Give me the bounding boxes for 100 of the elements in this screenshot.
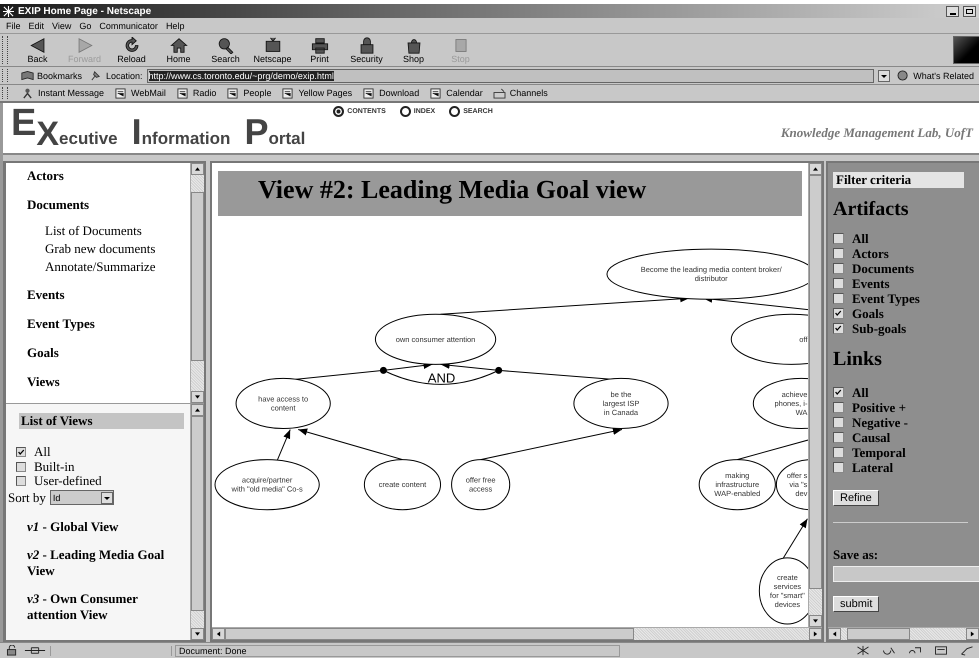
toolbar-grip[interactable] [2, 87, 8, 99]
checkbox[interactable] [833, 293, 844, 304]
submit-button[interactable]: submit [833, 596, 880, 612]
checkbox-label: Sub-goals [852, 320, 906, 336]
menu-item[interactable]: Edit [28, 20, 44, 30]
view-link[interactable]: v3 - Own Consumer attention View [27, 590, 182, 622]
checkbox-label: User-defined [34, 473, 102, 490]
checkbox[interactable] [16, 447, 26, 458]
horizontal-scrollbar[interactable] [212, 627, 822, 640]
toolbar-button[interactable]: Netscape [249, 36, 296, 64]
vertical-scrollbar[interactable] [190, 404, 204, 640]
bookmark-button[interactable]: People [223, 88, 274, 98]
menu-item[interactable]: Help [166, 20, 184, 30]
bookmark-button[interactable]: Download [359, 88, 422, 98]
sort-select[interactable]: Id [50, 490, 114, 505]
component-icon[interactable] [881, 645, 897, 656]
checkbox-label: Actors [852, 246, 889, 262]
checkbox-label: Negative - [852, 414, 908, 430]
nav-link[interactable]: Documents [27, 196, 190, 225]
nav-sublink[interactable]: Grab new documents [45, 240, 190, 258]
component-icon[interactable] [933, 645, 949, 656]
view-link[interactable]: v1 - Global View [27, 518, 182, 534]
bookmark-button[interactable]: Channels [490, 88, 551, 98]
component-icon[interactable] [959, 645, 975, 656]
toolbar-grip[interactable] [2, 36, 8, 64]
bookmark-button[interactable]: Calendar [426, 88, 486, 98]
vertical-scrollbar[interactable] [808, 163, 822, 627]
maximize-button[interactable] [963, 6, 976, 16]
component-icon[interactable] [907, 645, 923, 656]
checkbox[interactable] [833, 402, 844, 413]
save-name-field[interactable] [833, 566, 979, 582]
checkbox-label: Temporal [852, 444, 906, 460]
view-link[interactable]: v2 - Leading Media Goal View [27, 546, 182, 578]
checkbox[interactable] [833, 432, 844, 443]
printer-icon [310, 36, 330, 54]
toolbar-button[interactable]: Back [14, 36, 61, 64]
and-connector: AND [380, 366, 502, 386]
radio-button[interactable] [333, 106, 344, 117]
checkbox[interactable] [833, 308, 844, 319]
scrollbar-thumb[interactable] [809, 175, 822, 589]
toolbar-button[interactable]: Search [202, 36, 249, 64]
checkbox[interactable] [833, 447, 844, 458]
bookmarks-button[interactable]: Bookmarks [18, 70, 86, 81]
scrollbar-thumb[interactable] [847, 628, 910, 640]
toolbar-button[interactable]: Security [343, 36, 390, 64]
url-field[interactable]: http://www.cs.toronto.edu/~prg/demo/exip.html [146, 68, 874, 82]
bookmark-button[interactable]: Radio [172, 88, 220, 98]
bookmark-page-icon [281, 88, 294, 98]
tray-icon [492, 88, 506, 98]
checkbox[interactable] [833, 263, 844, 274]
checkbox[interactable] [833, 387, 844, 398]
menu-item[interactable]: Go [79, 20, 92, 30]
checkbox[interactable] [833, 462, 844, 473]
scrollbar-thumb[interactable] [225, 628, 634, 640]
minimize-button[interactable] [946, 6, 959, 16]
toolbar-button[interactable]: Shop [390, 36, 437, 64]
checkbox[interactable] [833, 248, 844, 259]
panel-header: Filter criteria [833, 172, 964, 188]
toolbar-button[interactable]: Reload [108, 36, 155, 64]
bookmark-button[interactable]: WebMail [111, 88, 169, 98]
radio-button[interactable] [400, 106, 411, 117]
nav-link[interactable]: Events [27, 286, 190, 315]
checkbox[interactable] [833, 278, 844, 289]
radio-button[interactable] [449, 106, 460, 117]
section-heading: Artifacts [833, 198, 909, 221]
book-icon [21, 70, 34, 81]
scrollbar-thumb[interactable] [191, 416, 204, 612]
checkbox-label: All [852, 230, 869, 246]
refine-button[interactable]: Refine [833, 490, 879, 506]
nav-link[interactable]: Views [27, 373, 190, 402]
toolbar-button[interactable]: Print [296, 36, 343, 64]
menu-item[interactable]: Communicator [99, 20, 158, 30]
whats-related-button[interactable]: What's Related [894, 70, 977, 81]
checkbox[interactable] [16, 476, 26, 486]
nav-sublink[interactable]: List of Documents [45, 222, 190, 240]
checkbox[interactable] [833, 323, 844, 334]
checkbox[interactable] [16, 462, 26, 472]
bookmark-page-icon [429, 88, 442, 98]
checkbox-label: Events [852, 276, 890, 292]
menu-item[interactable]: View [52, 20, 72, 30]
nav-link[interactable]: Actors [27, 167, 190, 196]
connection-icon [23, 645, 47, 656]
scrollbar-thumb[interactable] [191, 192, 204, 361]
nav-link[interactable]: Event Types [27, 315, 190, 344]
app-icon [3, 6, 14, 16]
nav-link[interactable]: Goals [27, 344, 190, 373]
bookmark-button[interactable]: Instant Message [18, 88, 108, 98]
component-icon[interactable] [855, 645, 871, 656]
nav-sublink[interactable]: Annotate/Summarize [45, 258, 190, 276]
checkbox[interactable] [833, 417, 844, 428]
horizontal-scrollbar[interactable] [828, 627, 979, 640]
menu-item[interactable]: File [6, 20, 21, 30]
checkbox-label: Event Types [852, 290, 920, 306]
bookmark-page-icon [114, 88, 128, 98]
toolbar-button[interactable]: Home [155, 36, 202, 64]
toolbar-grip[interactable] [2, 69, 8, 82]
location-label: Location: [106, 70, 143, 80]
checkbox[interactable] [833, 233, 844, 244]
vertical-scrollbar[interactable] [190, 163, 204, 403]
bookmark-button[interactable]: Yellow Pages [278, 88, 356, 98]
